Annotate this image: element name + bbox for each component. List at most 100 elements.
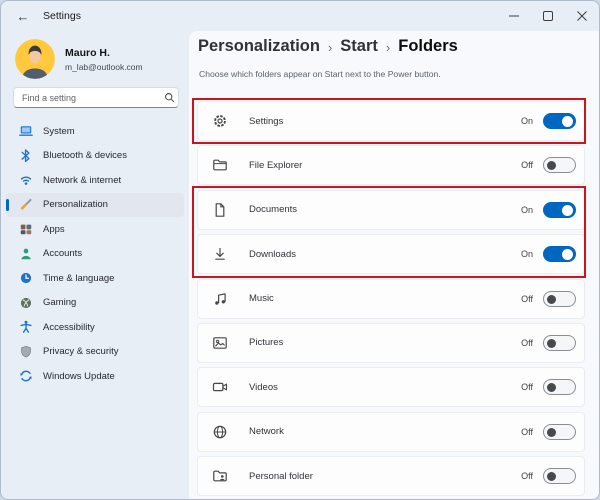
sidebar-item-gaming[interactable]: Gaming: [6, 291, 184, 316]
sidebar-item-label: Bluetooth & devices: [43, 150, 127, 161]
folder-row-videos: Videos Off: [197, 367, 585, 407]
sidebar-item-apps[interactable]: Apps: [6, 217, 184, 242]
document-icon: [212, 202, 228, 218]
sidebar-item-privacy-security[interactable]: Privacy & security: [6, 340, 184, 365]
sidebar-item-windows-update[interactable]: Windows Update: [6, 364, 184, 389]
sidebar-item-bluetooth[interactable]: Bluetooth & devices: [6, 144, 184, 169]
toggle-knob: [547, 161, 556, 170]
sidebar-item-label: Personalization: [43, 199, 108, 210]
folder-row-label: Settings: [249, 116, 521, 127]
titlebar: ← Settings: [1, 1, 599, 31]
accounts-icon: [19, 247, 33, 261]
sidebar-item-label: Accounts: [43, 248, 82, 259]
sidebar-item-label: System: [43, 126, 75, 137]
toggle-state-label: On: [521, 205, 533, 215]
folder-row-label: Personal folder: [249, 471, 521, 482]
folder-row-label: Documents: [249, 204, 521, 215]
folder-row-label: Pictures: [249, 337, 521, 348]
close-button[interactable]: [565, 1, 599, 31]
back-button[interactable]: ←: [9, 5, 37, 27]
toggle-state-label: Off: [521, 338, 533, 348]
toggle-state-label: Off: [521, 471, 533, 481]
system-icon: [19, 124, 33, 138]
toggle-knob: [562, 249, 573, 260]
apps-icon: [19, 222, 33, 236]
sidebar-item-time-language[interactable]: Time & language: [6, 266, 184, 291]
personalization-icon: [19, 198, 33, 212]
toggle-state-label: Off: [521, 294, 533, 304]
gear-icon: [212, 113, 228, 129]
sidebar-item-network[interactable]: Network & internet: [6, 168, 184, 193]
music-toggle[interactable]: [543, 291, 576, 307]
avatar: [15, 39, 55, 79]
pictures-toggle[interactable]: [543, 335, 576, 351]
toggle-state-label: Off: [521, 382, 533, 392]
toggle-knob: [562, 205, 573, 216]
folder-row-downloads: Downloads On: [197, 234, 585, 274]
sidebar-nav: System Bluetooth & devices Network & int…: [6, 119, 184, 389]
video-camera-icon: [212, 379, 228, 395]
sidebar-item-system[interactable]: System: [6, 119, 184, 144]
chevron-right-icon: ›: [328, 39, 332, 55]
window-controls: [497, 1, 599, 31]
folder-row-pictures: Pictures Off: [197, 323, 585, 363]
documents-toggle[interactable]: [543, 202, 576, 218]
sidebar-item-label: Privacy & security: [43, 346, 119, 357]
toggle-knob: [547, 339, 556, 348]
windows-update-icon: [19, 369, 33, 383]
maximize-button[interactable]: [531, 1, 565, 31]
toggle-knob: [547, 295, 556, 304]
minimize-icon: [509, 11, 519, 21]
network-icon: [19, 173, 33, 187]
folder-icon: [212, 157, 228, 173]
folder-list: Settings On File Explorer Off Documents …: [197, 101, 585, 496]
search-input[interactable]: [14, 93, 160, 103]
file-explorer-toggle[interactable]: [543, 157, 576, 173]
user-info: Mauro H. m_lab@outlook.com: [65, 47, 143, 72]
sidebar-item-label: Windows Update: [43, 371, 115, 382]
breadcrumb-folders: Folders: [398, 37, 458, 56]
minimize-button[interactable]: [497, 1, 531, 31]
folder-row-personal-folder: Personal folder Off: [197, 456, 585, 496]
folder-row-settings: Settings On: [197, 101, 585, 141]
page-description: Choose which folders appear on Start nex…: [199, 69, 441, 79]
breadcrumb-personalization[interactable]: Personalization: [198, 37, 320, 56]
folder-row-label: Music: [249, 293, 521, 304]
sidebar-item-personalization[interactable]: Personalization: [6, 193, 184, 218]
user-profile[interactable]: Mauro H. m_lab@outlook.com: [15, 39, 143, 79]
search-box[interactable]: [13, 87, 179, 108]
folder-row-label: Videos: [249, 382, 521, 393]
sidebar-item-accessibility[interactable]: Accessibility: [6, 315, 184, 340]
toggle-state-label: On: [521, 116, 533, 126]
download-icon: [212, 246, 228, 262]
gaming-icon: [19, 296, 33, 310]
content-panel: Personalization › Start › Folders Choose…: [189, 31, 600, 500]
sidebar-item-label: Apps: [43, 224, 65, 235]
time-language-icon: [19, 271, 33, 285]
search-icon: [160, 92, 178, 103]
sidebar-item-label: Network & internet: [43, 175, 121, 186]
accessibility-icon: [19, 320, 33, 334]
folder-row-network: Network Off: [197, 412, 585, 452]
folder-row-label: File Explorer: [249, 160, 521, 171]
personal-folder-icon: [212, 468, 228, 484]
downloads-toggle[interactable]: [543, 246, 576, 262]
toggle-state-label: On: [521, 249, 533, 259]
maximize-icon: [543, 11, 553, 21]
videos-toggle[interactable]: [543, 379, 576, 395]
folder-row-documents: Documents On: [197, 190, 585, 230]
sidebar: Mauro H. m_lab@outlook.com System Blue: [1, 31, 189, 500]
privacy-security-icon: [19, 345, 33, 359]
sidebar-item-accounts[interactable]: Accounts: [6, 242, 184, 267]
toggle-state-label: Off: [521, 160, 533, 170]
window-title: Settings: [43, 10, 81, 22]
breadcrumb: Personalization › Start › Folders: [198, 37, 458, 56]
folder-row-label: Downloads: [249, 249, 521, 260]
settings-toggle[interactable]: [543, 113, 576, 129]
selected-indicator: [6, 199, 9, 212]
user-name: Mauro H.: [65, 47, 143, 59]
bluetooth-icon: [19, 149, 33, 163]
network-toggle[interactable]: [543, 424, 576, 440]
breadcrumb-start[interactable]: Start: [340, 37, 378, 56]
personal-folder-toggle[interactable]: [543, 468, 576, 484]
